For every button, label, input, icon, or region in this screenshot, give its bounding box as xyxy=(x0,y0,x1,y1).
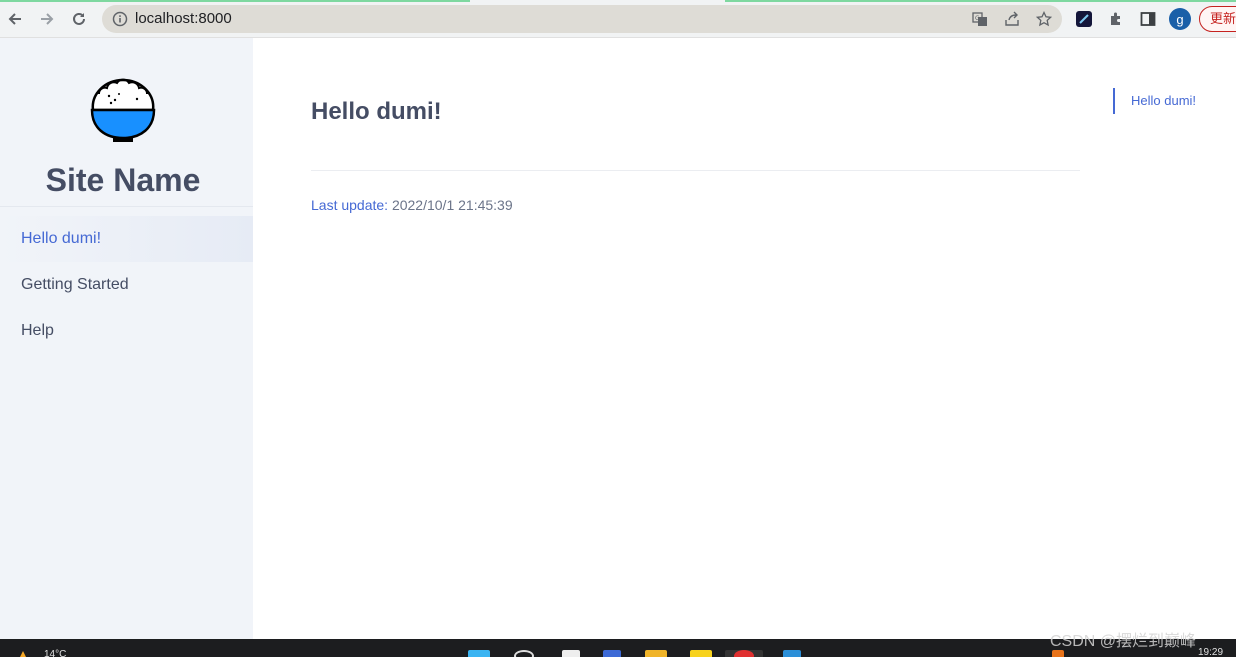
star-icon xyxy=(1036,11,1052,27)
address-bar[interactable]: localhost:8000 G xyxy=(102,5,1062,33)
last-update: Last update: 2022/10/1 21:45:39 xyxy=(311,197,513,213)
clock[interactable]: 19:29 xyxy=(1198,647,1223,657)
arrow-right-icon xyxy=(41,13,54,25)
info-icon[interactable] xyxy=(112,11,128,27)
sidebar: Site Name Hello dumi! Getting Started He… xyxy=(0,38,253,639)
sidebar-item-getting-started[interactable]: Getting Started xyxy=(0,262,253,308)
bookmark-button[interactable] xyxy=(1035,10,1053,28)
file-explorer-icon[interactable] xyxy=(645,650,667,657)
extension-button[interactable] xyxy=(1073,8,1095,30)
last-update-value: 2022/10/1 21:45:39 xyxy=(391,197,513,213)
chrome-icon xyxy=(734,650,754,657)
site-name[interactable]: Site Name xyxy=(0,162,246,199)
reload-icon xyxy=(73,12,85,25)
forward-button[interactable] xyxy=(36,8,58,30)
vscode-icon[interactable] xyxy=(783,650,801,657)
extensions-menu-button[interactable] xyxy=(1105,8,1127,30)
widgets-icon[interactable] xyxy=(603,650,621,657)
puzzle-icon xyxy=(1111,12,1120,25)
browser-toolbar: localhost:8000 G g 更新 xyxy=(0,0,1236,38)
profile-avatar[interactable]: g xyxy=(1169,8,1191,30)
svg-text:G: G xyxy=(975,15,980,22)
translate-icon: G xyxy=(972,12,987,26)
sidebar-item-hello-dumi[interactable]: Hello dumi! xyxy=(0,216,253,262)
task-view-icon[interactable] xyxy=(562,650,580,657)
weather-icon xyxy=(20,651,26,657)
watermark: CSDN @摆烂到巅峰 xyxy=(1050,633,1197,650)
rice-bowl-icon[interactable] xyxy=(89,76,157,144)
share-button[interactable] xyxy=(1003,10,1021,28)
translate-button[interactable]: G xyxy=(971,10,989,28)
side-panel-button[interactable] xyxy=(1137,8,1159,30)
update-button[interactable]: 更新 xyxy=(1199,6,1236,32)
back-button[interactable] xyxy=(4,8,26,30)
sidebar-item-help[interactable]: Help xyxy=(0,308,253,354)
arrow-left-icon xyxy=(8,13,21,25)
loading-indicator xyxy=(0,0,470,2)
sidebar-divider xyxy=(0,206,253,207)
start-icon[interactable] xyxy=(468,650,490,657)
url-text[interactable]: localhost:8000 xyxy=(135,10,232,27)
toc-item-hello-dumi[interactable]: Hello dumi! xyxy=(1113,88,1196,114)
content-divider xyxy=(311,170,1080,171)
page-title: Hello dumi! xyxy=(311,98,442,125)
weather-temp[interactable]: 14°C xyxy=(44,649,66,657)
tray-app-icon[interactable] xyxy=(1052,650,1064,657)
side-panel-icon xyxy=(1140,12,1156,26)
loading-indicator xyxy=(725,0,1236,2)
notes-app-icon[interactable] xyxy=(690,650,712,657)
extension-app-icon xyxy=(1076,11,1092,27)
search-icon[interactable] xyxy=(514,650,534,657)
last-update-label: Last update: xyxy=(311,197,389,213)
share-icon xyxy=(1005,11,1019,26)
reload-button[interactable] xyxy=(68,8,90,30)
